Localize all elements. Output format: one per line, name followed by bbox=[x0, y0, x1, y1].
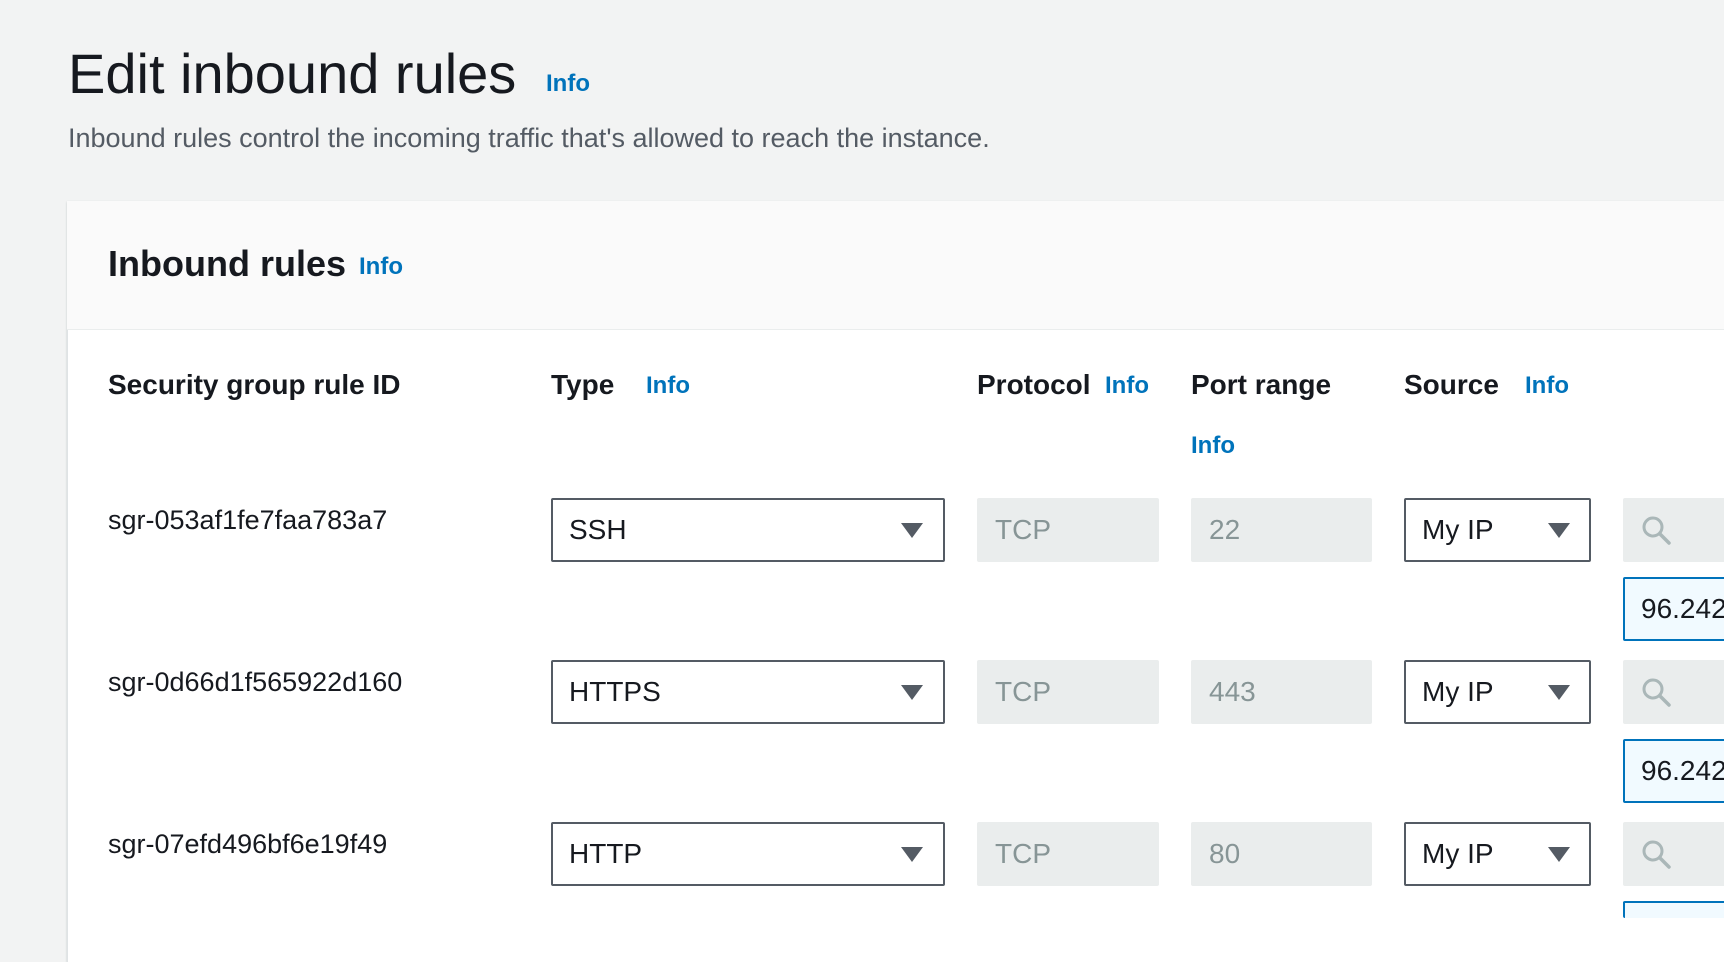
type-info-link[interactable]: Info bbox=[646, 370, 690, 402]
protocol-value: TCP bbox=[995, 676, 1051, 707]
source-cidr-search-input[interactable] bbox=[1623, 498, 1724, 562]
caret-down-icon bbox=[1548, 523, 1570, 538]
panel-info-link[interactable]: Info bbox=[359, 251, 403, 283]
source-select-value: My IP bbox=[1422, 838, 1494, 869]
column-header-protocol: Protocol bbox=[977, 369, 1091, 400]
source-cidr-token[interactable]: 96.242 bbox=[1623, 739, 1724, 803]
search-icon bbox=[1642, 678, 1671, 707]
rule-id: sgr-053af1fe7faa783a7 bbox=[108, 505, 388, 535]
type-select[interactable]: SSH bbox=[551, 498, 945, 562]
caret-down-icon bbox=[1548, 685, 1570, 700]
source-select[interactable]: My IP bbox=[1404, 660, 1591, 724]
type-select[interactable]: HTTP bbox=[551, 822, 945, 886]
page-description: Inbound rules control the incoming traff… bbox=[68, 123, 990, 153]
protocol-value: TCP bbox=[995, 838, 1051, 869]
rule-id: sgr-07efd496bf6e19f49 bbox=[108, 829, 388, 859]
source-cidr-search-input[interactable] bbox=[1623, 660, 1724, 724]
rule-id: sgr-0d66d1f565922d160 bbox=[108, 667, 403, 697]
caret-down-icon bbox=[901, 847, 923, 862]
source-cidr-search-input[interactable] bbox=[1623, 822, 1724, 886]
protocol-value: TCP bbox=[995, 514, 1051, 545]
panel-title: Inbound rules bbox=[108, 243, 346, 284]
type-select-value: SSH bbox=[569, 514, 627, 545]
column-header-rule-id: Security group rule ID bbox=[108, 369, 401, 400]
source-select[interactable]: My IP bbox=[1404, 822, 1591, 886]
port-range-field: 443 bbox=[1191, 660, 1372, 724]
search-icon bbox=[1642, 516, 1671, 545]
port-range-value: 443 bbox=[1209, 676, 1256, 707]
source-cidr-token[interactable] bbox=[1623, 901, 1724, 918]
source-cidr-token[interactable]: 96.242 bbox=[1623, 577, 1724, 641]
source-select-value: My IP bbox=[1422, 676, 1494, 707]
port-range-field: 22 bbox=[1191, 498, 1372, 562]
source-info-link[interactable]: Info bbox=[1525, 370, 1569, 402]
source-select[interactable]: My IP bbox=[1404, 498, 1591, 562]
source-cidr-value: 96.242 bbox=[1641, 755, 1724, 786]
page-title: Edit inbound rules bbox=[68, 42, 517, 105]
type-select-value: HTTP bbox=[569, 838, 643, 869]
column-header-port-range: Port range bbox=[1191, 369, 1332, 400]
protocol-field: TCP bbox=[977, 822, 1159, 886]
source-cidr-value: 96.242 bbox=[1641, 593, 1724, 624]
search-icon bbox=[1642, 840, 1671, 869]
port-range-field: 80 bbox=[1191, 822, 1372, 886]
page-title-info-link[interactable]: Info bbox=[546, 68, 590, 100]
type-select-value: HTTPS bbox=[569, 676, 661, 707]
protocol-field: TCP bbox=[977, 498, 1159, 562]
protocol-field: TCP bbox=[977, 660, 1159, 724]
column-header-source: Source bbox=[1404, 369, 1499, 400]
caret-down-icon bbox=[901, 523, 923, 538]
type-select[interactable]: HTTPS bbox=[551, 660, 945, 724]
caret-down-icon bbox=[901, 685, 923, 700]
source-select-value: My IP bbox=[1422, 514, 1494, 545]
port-range-value: 22 bbox=[1209, 514, 1241, 545]
port-range-info-link[interactable]: Info bbox=[1191, 430, 1235, 462]
protocol-info-link[interactable]: Info bbox=[1105, 370, 1149, 402]
port-range-value: 80 bbox=[1209, 838, 1241, 869]
column-header-type: Type bbox=[551, 369, 615, 400]
caret-down-icon bbox=[1548, 847, 1570, 862]
